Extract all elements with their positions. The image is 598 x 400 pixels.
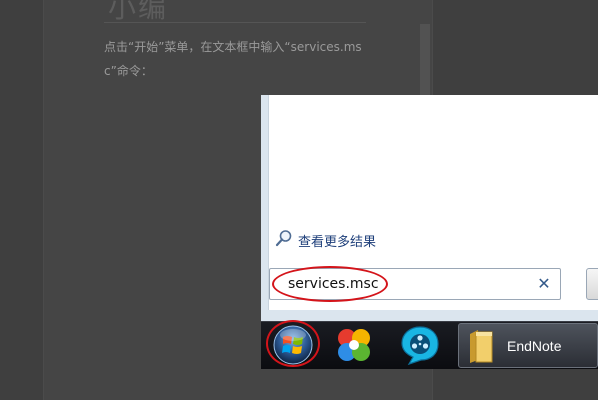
- document-instruction-text: 点击“开始”菜单，在文本框中输入“services.msc”命令：: [104, 40, 362, 78]
- search-input-value: services.msc: [288, 276, 379, 292]
- document-heading: 小编: [108, 0, 169, 24]
- start-search-input[interactable]: services.msc ✕: [269, 268, 561, 300]
- see-more-results-label: 查看更多结果: [298, 234, 377, 250]
- taskbar-endnote-label: EndNote: [507, 337, 562, 354]
- heading-divider: [104, 22, 366, 23]
- folder-icon: [467, 328, 495, 364]
- magnifier-icon: [275, 229, 293, 251]
- shutdown-button[interactable]: [586, 268, 598, 300]
- see-more-results-link[interactable]: 查看更多结果: [275, 229, 376, 251]
- pinwheel-app-icon[interactable]: [333, 324, 375, 366]
- video-player-icon[interactable]: [399, 324, 441, 366]
- start-orb-icon[interactable]: [269, 323, 317, 367]
- clear-search-icon[interactable]: ✕: [535, 274, 553, 294]
- taskbar-endnote-button[interactable]: EndNote: [458, 323, 598, 368]
